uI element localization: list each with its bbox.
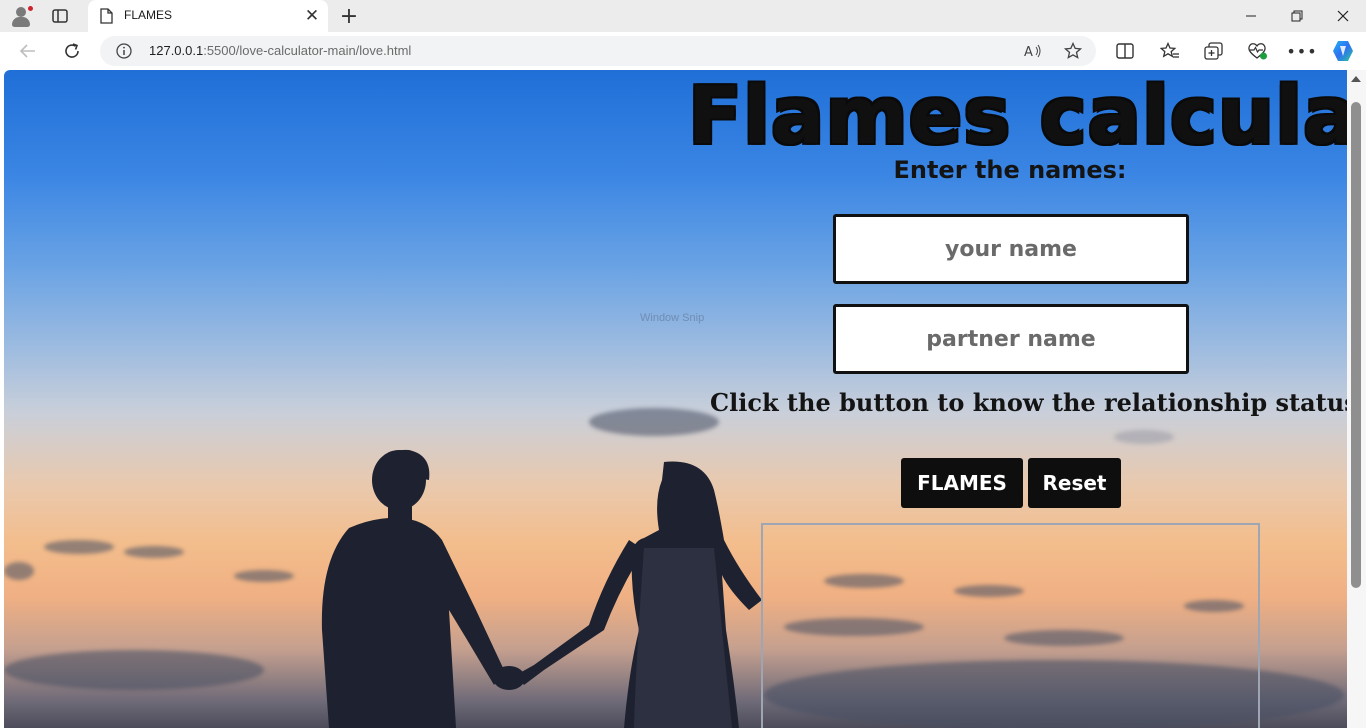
copilot-icon[interactable] — [1331, 40, 1355, 62]
info-icon[interactable] — [116, 43, 132, 63]
cloud — [1114, 430, 1174, 444]
page-viewport: Window Snip Flames calculator Enter the … — [4, 70, 1347, 728]
minimize-icon[interactable] — [1228, 0, 1274, 32]
favorites-icon[interactable] — [1158, 40, 1182, 62]
page-scrollbar[interactable] — [1347, 70, 1366, 728]
tab-title: FLAMES — [124, 8, 173, 22]
scroll-up-icon[interactable] — [1351, 76, 1361, 82]
url-text[interactable]: 127.0.0.1:5500/love-calculator-main/love… — [149, 43, 411, 58]
enter-names-heading: Enter the names: — [893, 156, 1127, 184]
svg-text:A: A — [1024, 45, 1033, 59]
close-window-icon[interactable] — [1320, 0, 1366, 32]
collections-icon[interactable] — [1202, 40, 1226, 62]
result-box — [761, 523, 1260, 728]
new-tab-icon[interactable]: + — [336, 4, 362, 29]
scroll-thumb[interactable] — [1351, 102, 1361, 588]
back-arrow-icon[interactable] — [16, 40, 40, 62]
heart-pulse-icon[interactable] — [1246, 40, 1270, 62]
your-name-input[interactable] — [833, 214, 1189, 284]
split-screen-icon[interactable] — [1113, 40, 1137, 62]
browser-toolbar: 127.0.0.1:5500/love-calculator-main/love… — [0, 32, 1366, 70]
window-snip-watermark: Window Snip — [640, 312, 705, 324]
page-icon — [100, 8, 113, 28]
reset-button[interactable]: Reset — [1028, 458, 1121, 508]
close-tab-icon[interactable]: ✕ — [302, 6, 322, 26]
tab-actions-icon[interactable] — [46, 6, 74, 26]
read-aloud-icon[interactable]: A — [1023, 42, 1043, 60]
instruction-text: Click the button to know the relationshi… — [710, 388, 1347, 417]
address-bar[interactable]: 127.0.0.1:5500/love-calculator-main/love… — [100, 36, 1096, 66]
more-icon[interactable]: ••• — [1286, 40, 1316, 62]
active-tab[interactable]: FLAMES ✕ — [88, 0, 328, 32]
flames-button[interactable]: FLAMES — [901, 458, 1023, 508]
page-title: Flames calculator — [688, 70, 1347, 162]
profile-icon[interactable] — [10, 5, 34, 27]
reload-icon[interactable] — [60, 40, 84, 62]
tab-strip: FLAMES ✕ + — [0, 0, 1366, 32]
star-icon[interactable] — [1063, 42, 1083, 60]
couple-silhouette-image — [321, 449, 762, 728]
partner-name-input[interactable] — [833, 304, 1189, 374]
restore-icon[interactable] — [1274, 0, 1320, 32]
